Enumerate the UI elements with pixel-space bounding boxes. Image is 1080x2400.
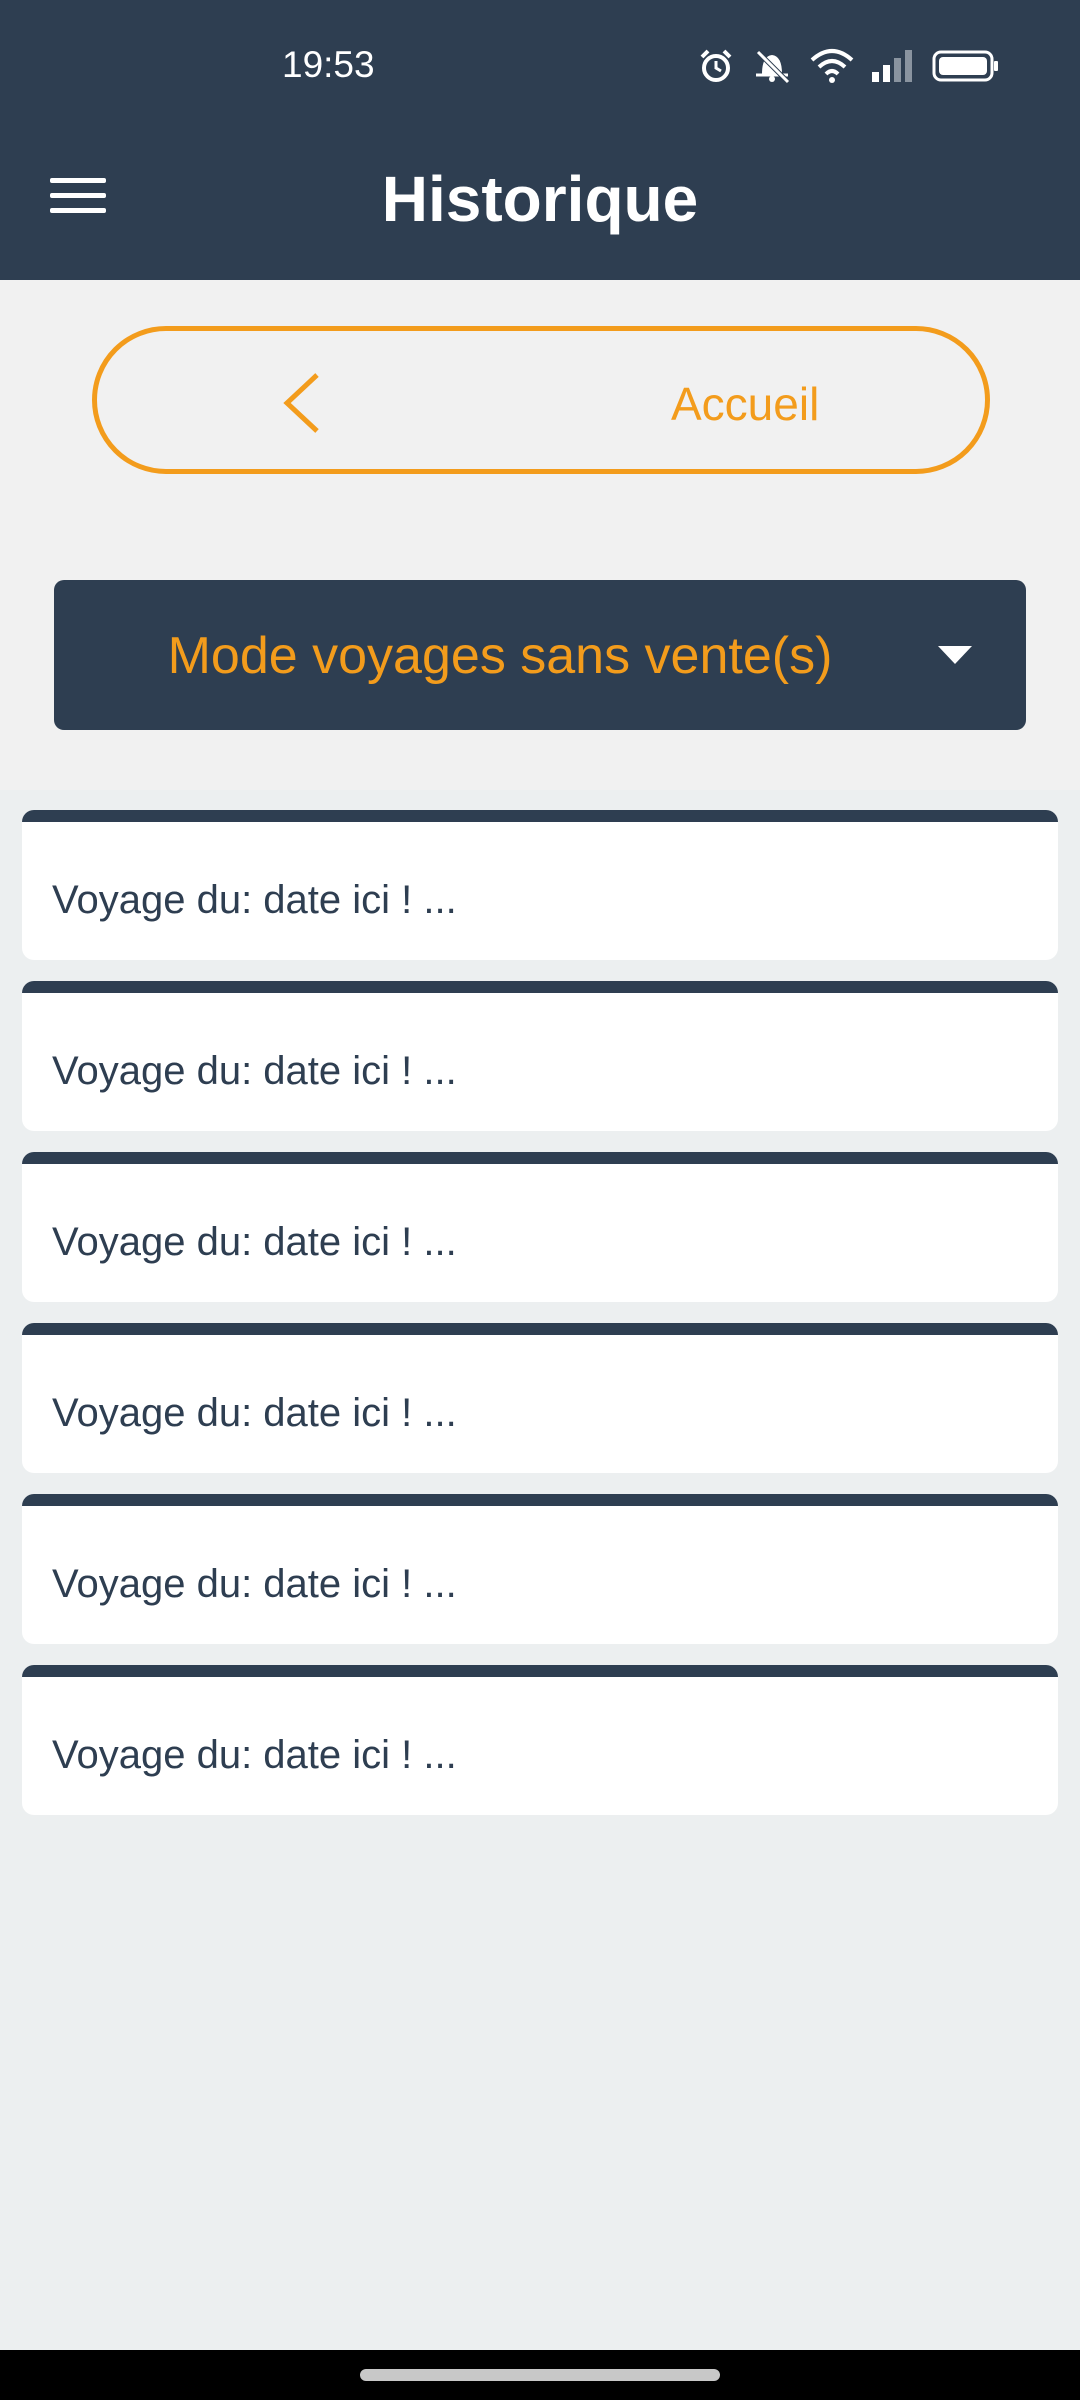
mode-dropdown-value: Mode voyages sans vente(s) [167, 627, 833, 685]
trip-label: Voyage du: date ici ! ... [52, 1391, 457, 1435]
page-title: Historique [381, 163, 699, 235]
wifi-icon [810, 49, 854, 83]
mode-dropdown[interactable]: Mode voyages sans vente(s) [54, 580, 1026, 730]
battery-icon [932, 50, 998, 82]
trip-label: Voyage du: date ici ! ... [52, 1733, 457, 1777]
app-header: 19:53 Historique [0, 0, 1080, 280]
back-button-label: Accueil [671, 378, 820, 430]
caret-down-icon [938, 646, 972, 664]
bell-off-icon [756, 50, 790, 84]
trip-list-item[interactable]: Voyage du: date ici ! ... [22, 1323, 1058, 1473]
trip-list-item[interactable]: Voyage du: date ici ! ... [22, 1665, 1058, 1815]
status-time: 19:53 [282, 44, 375, 85]
trip-label: Voyage du: date ici ! ... [52, 1220, 457, 1264]
status-icons [698, 46, 1000, 86]
trip-list: Voyage du: date ici ! ... Voyage du: dat… [22, 810, 1058, 1836]
trip-label: Voyage du: date ici ! ... [52, 1562, 457, 1606]
signal-icon [872, 50, 912, 82]
system-nav-bar [0, 2350, 1080, 2400]
home-gesture-handle[interactable] [360, 2369, 720, 2381]
trip-label: Voyage du: date ici ! ... [52, 878, 457, 922]
trip-label: Voyage du: date ici ! ... [52, 1049, 457, 1093]
trip-list-item[interactable]: Voyage du: date ici ! ... [22, 810, 1058, 960]
chevron-left-icon [283, 373, 319, 433]
trip-list-item[interactable]: Voyage du: date ici ! ... [22, 981, 1058, 1131]
trip-list-item[interactable]: Voyage du: date ici ! ... [22, 1152, 1058, 1302]
back-home-button[interactable]: Accueil [92, 326, 990, 474]
alarm-icon [700, 49, 732, 82]
trip-list-item[interactable]: Voyage du: date ici ! ... [22, 1494, 1058, 1644]
